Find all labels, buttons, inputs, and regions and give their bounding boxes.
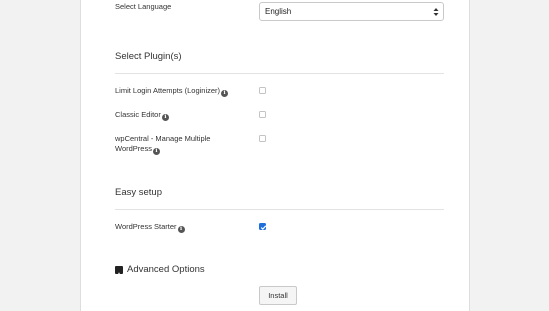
plugin-loginizer-checkbox[interactable] <box>259 87 266 94</box>
install-button[interactable]: Install <box>259 286 297 305</box>
plugin-item-wpcentral-label: wpCentral - Manage Multiple WordPress i <box>115 134 211 155</box>
info-icon[interactable]: i <box>161 114 169 121</box>
plugin-item-classic-editor-label: Classic Editor i <box>115 110 169 121</box>
checkmark-icon <box>260 225 267 230</box>
language-select[interactable]: English <box>259 2 444 21</box>
language-label: Select Language <box>115 2 172 11</box>
select-arrows-icon <box>433 8 439 16</box>
plugins-section-title: Select Plugin(s) <box>115 51 182 62</box>
advanced-options-toggle[interactable]: Advanced Options <box>127 264 205 275</box>
wordpress-starter-checkbox[interactable] <box>259 223 267 230</box>
plugins-divider <box>115 73 444 74</box>
easy-setup-section-title: Easy setup <box>115 187 162 198</box>
plugin-wpcentral-checkbox[interactable] <box>259 135 266 142</box>
plugin-item-loginizer-label: Limit Login Attempts (Loginizer) i <box>115 86 229 97</box>
info-icon[interactable]: i <box>152 148 160 155</box>
easy-setup-divider <box>115 209 444 210</box>
language-select-value: English <box>265 7 292 16</box>
plus-square-icon[interactable] <box>115 266 123 278</box>
easy-setup-item-wordpress-starter-label: WordPress Starter i <box>115 222 185 233</box>
info-icon[interactable]: i <box>221 90 229 97</box>
plugin-classic-editor-checkbox[interactable] <box>259 111 266 118</box>
info-icon[interactable]: i <box>177 226 185 233</box>
